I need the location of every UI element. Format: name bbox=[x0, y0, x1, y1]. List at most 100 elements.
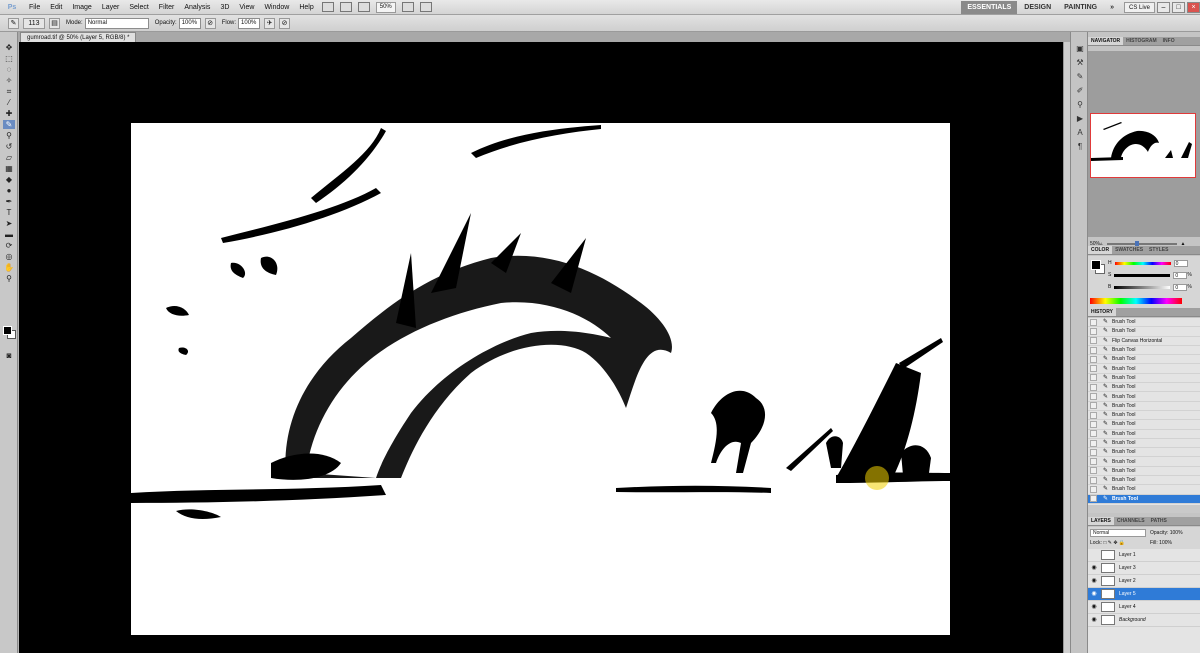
tab-channels[interactable]: CHANNELS bbox=[1114, 517, 1148, 525]
history-brush-tool-icon[interactable]: ↺ bbox=[3, 142, 15, 151]
history-item[interactable]: ✎ Brush Tool bbox=[1088, 374, 1200, 384]
3d-orbit-tool-icon[interactable]: ◎ bbox=[3, 252, 15, 261]
history-snapshot-checkbox[interactable] bbox=[1090, 439, 1097, 447]
menu-help[interactable]: Help bbox=[294, 0, 318, 15]
history-snapshot-checkbox[interactable] bbox=[1090, 365, 1097, 373]
character-icon[interactable]: A bbox=[1074, 128, 1086, 138]
menu-select[interactable]: Select bbox=[124, 0, 153, 15]
history-snapshot-checkbox[interactable] bbox=[1090, 448, 1097, 456]
pressure-opacity-icon[interactable]: ⊘ bbox=[204, 17, 216, 29]
crop-tool-icon[interactable]: ⌗ bbox=[3, 87, 15, 96]
quick-select-tool-icon[interactable]: ✧ bbox=[3, 76, 15, 85]
airbrush-icon[interactable]: ✈ bbox=[264, 17, 276, 29]
history-item[interactable]: ✎ Flip Canvas Horizontal bbox=[1088, 337, 1200, 346]
history-item[interactable]: ✎ Brush Tool bbox=[1088, 439, 1200, 449]
paragraph-icon[interactable]: ¶ bbox=[1074, 142, 1086, 152]
lasso-tool-icon[interactable]: ◌ bbox=[3, 65, 15, 74]
clone-source-icon[interactable]: ⚲ bbox=[1074, 100, 1086, 110]
type-tool-icon[interactable]: T bbox=[3, 208, 15, 217]
history-snapshot-checkbox[interactable] bbox=[1090, 402, 1097, 410]
arrange-documents-icon[interactable] bbox=[401, 2, 414, 12]
history-snapshot-checkbox[interactable] bbox=[1090, 420, 1097, 428]
menu-analysis[interactable]: Analysis bbox=[179, 0, 215, 15]
color-fg-swatch[interactable] bbox=[1091, 260, 1101, 270]
hue-value[interactable]: 0 bbox=[1173, 259, 1188, 267]
menu-3d[interactable]: 3D bbox=[215, 0, 234, 15]
tab-history[interactable]: HISTORY bbox=[1088, 308, 1116, 316]
history-snapshot-checkbox[interactable] bbox=[1090, 374, 1097, 382]
history-snapshot-checkbox[interactable] bbox=[1090, 318, 1097, 326]
3d-rotate-tool-icon[interactable]: ⟳ bbox=[3, 241, 15, 250]
pressure-size-icon[interactable]: ⊘ bbox=[279, 17, 291, 29]
minimize-button[interactable]: – bbox=[1157, 1, 1170, 13]
tab-swatches[interactable]: SWATCHES bbox=[1112, 246, 1146, 254]
color-spectrum-bar[interactable] bbox=[1090, 298, 1182, 304]
history-item[interactable]: ✎ Brush Tool bbox=[1088, 494, 1200, 504]
tool-presets-icon[interactable]: ⚒ bbox=[1074, 58, 1086, 68]
marquee-tool-icon[interactable]: ⬚ bbox=[3, 54, 15, 63]
history-snapshot-checkbox[interactable] bbox=[1090, 467, 1097, 475]
lock-icons[interactable]: □ ✎ ✥ 🔒 bbox=[1103, 540, 1125, 546]
tab-paths[interactable]: PATHS bbox=[1148, 517, 1170, 525]
history-item[interactable]: ✎ Brush Tool bbox=[1088, 392, 1200, 402]
mini-bridge-icon[interactable]: ▣ bbox=[1074, 44, 1086, 54]
shape-tool-icon[interactable]: ▬ bbox=[3, 230, 15, 239]
history-item[interactable]: ✎ Brush Tool bbox=[1088, 402, 1200, 411]
layer-visibility-eye-icon[interactable]: ◉ bbox=[1090, 603, 1098, 611]
zoom-tool-icon[interactable]: ⚲ bbox=[3, 274, 15, 283]
brush-presets-icon[interactable]: ✎ bbox=[1074, 72, 1086, 82]
history-snapshot-checkbox[interactable] bbox=[1090, 411, 1097, 419]
eraser-tool-icon[interactable]: ▱ bbox=[3, 153, 15, 162]
hue-slider[interactable] bbox=[1114, 261, 1171, 265]
history-item[interactable]: ✎ Brush Tool bbox=[1088, 476, 1200, 486]
tab-navigator[interactable]: NAVIGATOR bbox=[1088, 37, 1124, 45]
navigator-thumbnail[interactable] bbox=[1090, 113, 1196, 178]
history-item[interactable]: ✎ Brush Tool bbox=[1088, 420, 1200, 430]
eyedropper-tool-icon[interactable]: ⁄ bbox=[3, 98, 15, 107]
history-item[interactable]: ✎ Brush Tool bbox=[1088, 467, 1200, 477]
menu-edit[interactable]: Edit bbox=[45, 0, 67, 15]
brush-tool-icon[interactable]: ✎ bbox=[3, 120, 15, 129]
layer-visibility-eye-icon[interactable]: ◉ bbox=[1090, 616, 1098, 624]
history-item[interactable]: ✎ Brush Tool bbox=[1088, 318, 1200, 328]
menu-window[interactable]: Window bbox=[259, 0, 294, 15]
menu-file[interactable]: File bbox=[24, 0, 45, 15]
history-snapshot-checkbox[interactable] bbox=[1090, 355, 1097, 363]
history-item[interactable]: ✎ Brush Tool bbox=[1088, 327, 1200, 337]
history-item[interactable]: ✎ Brush Tool bbox=[1088, 485, 1200, 495]
menu-view[interactable]: View bbox=[234, 0, 259, 15]
history-snapshot-checkbox[interactable] bbox=[1090, 337, 1097, 345]
actions-icon[interactable]: ▶ bbox=[1074, 114, 1086, 124]
zoom-level-dropdown[interactable]: 50% bbox=[375, 1, 396, 13]
move-tool-icon[interactable]: ✥ bbox=[3, 43, 15, 52]
history-snapshot-checkbox[interactable] bbox=[1090, 458, 1097, 466]
brush-panel-icon[interactable]: ✐ bbox=[1074, 86, 1086, 96]
workspace-design[interactable]: DESIGN bbox=[1018, 1, 1057, 14]
history-snapshot-checkbox[interactable] bbox=[1090, 430, 1097, 438]
view-extras-icon[interactable] bbox=[357, 2, 370, 12]
canvas-vertical-scrollbar[interactable] bbox=[1063, 42, 1070, 653]
history-item[interactable]: ✎ Brush Tool bbox=[1088, 430, 1200, 439]
saturation-slider[interactable] bbox=[1114, 273, 1171, 277]
history-snapshot-checkbox[interactable] bbox=[1090, 476, 1097, 484]
healing-brush-tool-icon[interactable]: ✚ bbox=[3, 109, 15, 118]
layer-row[interactable]: ◉ Layer 4 bbox=[1088, 601, 1200, 614]
history-snapshot-checkbox[interactable] bbox=[1090, 383, 1097, 391]
opacity-field[interactable]: 100% bbox=[178, 17, 201, 29]
gradient-tool-icon[interactable]: ▦ bbox=[3, 164, 15, 173]
fill-field[interactable]: 100% bbox=[1159, 540, 1172, 546]
clone-stamp-tool-icon[interactable]: ⚲ bbox=[3, 131, 15, 140]
tab-info[interactable]: INFO bbox=[1160, 37, 1178, 45]
brightness-value[interactable]: 0 bbox=[1173, 283, 1188, 291]
layer-visibility-eye-icon[interactable]: ◉ bbox=[1090, 564, 1098, 572]
history-snapshot-checkbox[interactable] bbox=[1090, 346, 1097, 354]
foreground-color-swatch[interactable] bbox=[3, 326, 12, 335]
history-snapshot-checkbox[interactable] bbox=[1090, 393, 1097, 401]
tab-layers[interactable]: LAYERS bbox=[1088, 517, 1114, 525]
tab-color[interactable]: COLOR bbox=[1088, 246, 1113, 254]
launch-bridge-icon[interactable] bbox=[321, 2, 334, 12]
navigator-zoom-slider[interactable] bbox=[1106, 241, 1177, 247]
layer-visibility-eye-icon[interactable]: ◉ bbox=[1090, 577, 1098, 585]
brush-panel-toggle-icon[interactable]: ▤ bbox=[49, 17, 60, 29]
layer-opacity-field[interactable]: 100% bbox=[1170, 530, 1183, 536]
